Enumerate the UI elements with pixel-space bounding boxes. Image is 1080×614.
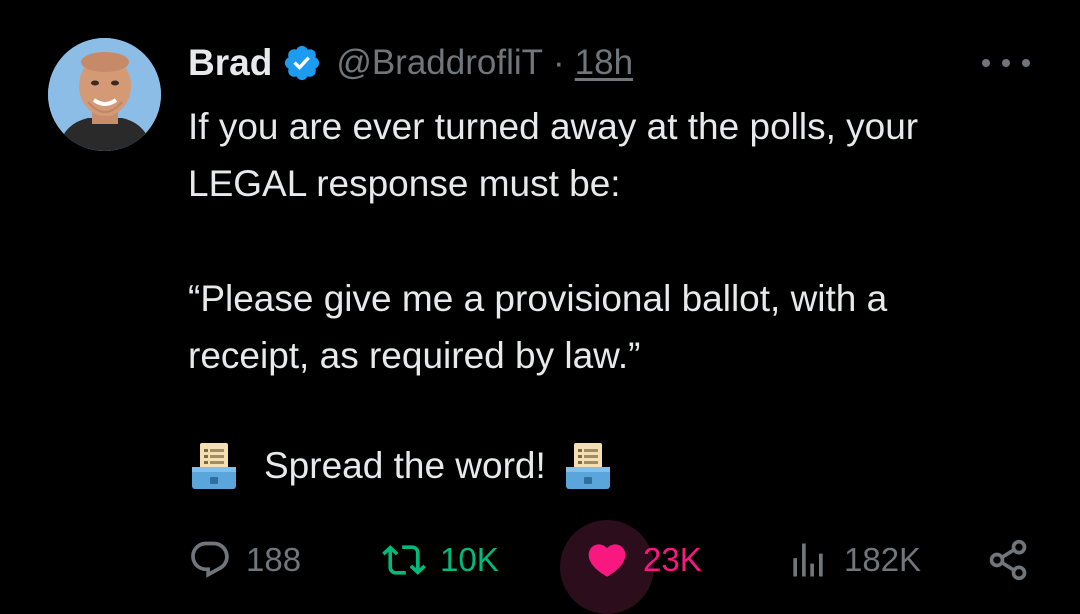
tweet-text-line: If you are ever turned away at the polls… — [188, 106, 919, 147]
share-button[interactable] — [986, 538, 1030, 582]
more-dot — [982, 59, 990, 67]
like-button[interactable]: 23K — [585, 538, 702, 582]
spread-text: Spread the word! — [264, 445, 546, 486]
author-handle[interactable]: @BraddrofliT — [336, 43, 543, 83]
more-icon[interactable] — [982, 52, 1030, 74]
tweet-text-line: LEGAL response must be: — [188, 163, 621, 204]
reply-count: 188 — [246, 541, 302, 578]
timestamp[interactable]: 18h — [575, 43, 633, 83]
more-dot — [1002, 59, 1010, 67]
reply-icon — [191, 541, 229, 578]
retweet-count: 10K — [440, 541, 499, 578]
views-count: 182K — [844, 541, 922, 578]
verified-badge-icon — [285, 45, 320, 81]
share-icon — [989, 539, 1027, 581]
tweet-text-line: “Please give me a provisional ballot, wi… — [188, 278, 888, 319]
author-name[interactable]: Brad — [188, 42, 272, 84]
tweet-text-line: receipt, as required by law.” — [188, 335, 641, 376]
retweet-button[interactable]: 10K — [382, 538, 499, 582]
spread-line: Spread the word! — [190, 440, 612, 492]
reply-button[interactable]: 188 — [188, 538, 301, 582]
action-bar: 188 10K 23K 182K — [0, 520, 1080, 614]
avatar[interactable] — [48, 38, 161, 151]
ballot-box-emoji — [192, 443, 236, 489]
views-button[interactable]: 182K — [786, 538, 921, 582]
avatar-image — [48, 38, 161, 151]
views-icon — [793, 543, 823, 577]
retweet-icon — [382, 545, 426, 575]
tweet[interactable]: Brad @BraddrofliT · 18h If you are ever … — [0, 0, 1080, 614]
separator-dot: · — [553, 43, 565, 82]
tweet-header: Brad @BraddrofliT · 18h — [188, 38, 633, 88]
like-count: 23K — [643, 541, 702, 578]
heart-icon — [588, 544, 626, 577]
more-dot — [1022, 59, 1030, 67]
ballot-box-emoji — [565, 443, 610, 489]
